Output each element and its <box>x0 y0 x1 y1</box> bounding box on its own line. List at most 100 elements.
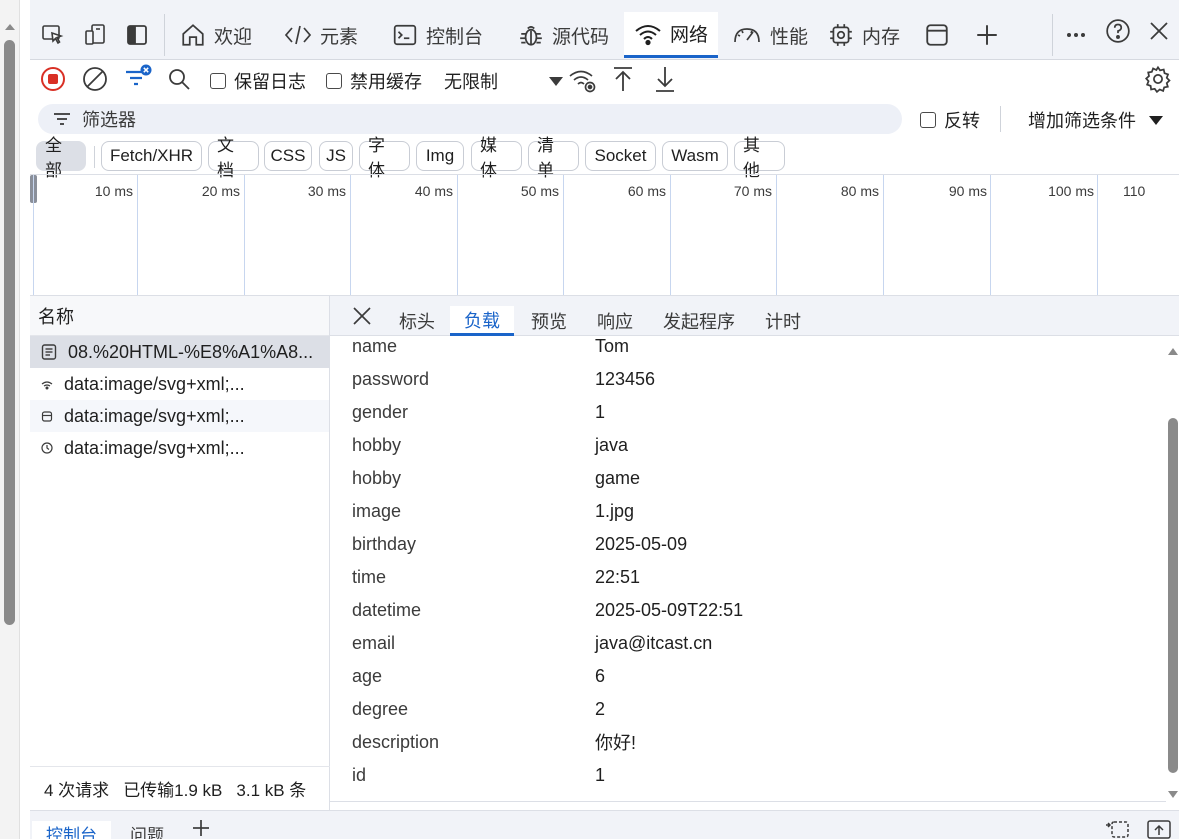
wifi-icon <box>41 381 53 390</box>
preserve-log-label: 保留日志 <box>234 72 306 92</box>
expand-drawer-icon[interactable] <box>1146 817 1172 839</box>
invert-label: 反转 <box>944 111 980 131</box>
filter-placeholder: 筛选器 <box>82 110 136 130</box>
page-scroll-thumb[interactable] <box>4 40 15 625</box>
search-icon[interactable] <box>166 66 192 92</box>
timeline-gridline <box>244 175 245 295</box>
clear-log-icon[interactable] <box>82 66 108 92</box>
tab-console[interactable]: 控制台 <box>382 12 493 58</box>
request-list: 名称 08.%20HTML-%E8%A1%A8... data:image/sv… <box>30 296 330 810</box>
import-har-icon[interactable] <box>612 64 634 94</box>
payload-row: time 22:51 <box>352 562 640 592</box>
payload-form-data: name Tom password 123456 gender 1 hobby java… <box>330 336 1166 806</box>
details-scrollbar[interactable] <box>1166 336 1179 806</box>
network-timeline-overview[interactable]: 10 ms 20 ms 30 ms 40 ms 50 ms 60 ms 70 m… <box>30 174 1179 296</box>
close-details-icon[interactable] <box>350 304 374 328</box>
disable-cache-checkbox[interactable]: 禁用缓存 <box>326 68 422 94</box>
name-column-header[interactable]: 名称 <box>30 296 329 336</box>
network-settings-gear-icon[interactable] <box>1144 64 1172 94</box>
tab-timing[interactable]: 计时 <box>751 306 815 336</box>
request-row[interactable]: 08.%20HTML-%E8%A1%A8... <box>30 336 329 368</box>
filter-chip-js[interactable]: JS <box>319 141 353 171</box>
payload-value: Tom <box>595 336 630 356</box>
filter-row: 筛选器 反转 增加筛选条件 <box>30 98 1179 138</box>
add-drawer-tab-icon[interactable] <box>190 817 212 839</box>
scroll-down-arrow-icon[interactable] <box>1168 791 1178 798</box>
network-conditions-icon[interactable] <box>568 66 598 94</box>
request-row[interactable]: data:image/svg+xml;... <box>30 368 329 400</box>
help-icon[interactable] <box>1105 18 1131 44</box>
payload-row: hobby java <box>352 430 628 460</box>
tab-memory[interactable]: 内存 <box>818 12 910 58</box>
checkbox-box[interactable] <box>920 112 936 128</box>
payload-value: 123456 <box>595 368 656 389</box>
payload-key: time <box>352 566 387 587</box>
tab-headers[interactable]: 标头 <box>385 306 449 336</box>
dock-side-icon[interactable] <box>124 22 150 48</box>
filter-chip-socket[interactable]: Socket <box>585 141 656 171</box>
filter-lines-icon <box>54 113 70 125</box>
tab-sources-label: 源代码 <box>552 26 610 48</box>
filter-chip-css[interactable]: CSS <box>264 141 312 171</box>
filter-chip-font[interactable]: 字体 <box>359 136 410 180</box>
throttle-select[interactable]: 无限制 <box>444 68 564 94</box>
tab-network[interactable]: 网络 <box>624 12 719 58</box>
filter-chip-document[interactable]: 文档 <box>208 136 259 180</box>
checkbox-box[interactable] <box>326 73 342 89</box>
tab-sources[interactable]: 源代码 <box>508 12 619 58</box>
request-name: data:image/svg+xml;... <box>64 437 245 458</box>
tab-welcome[interactable]: 欢迎 <box>170 12 262 58</box>
filter-input[interactable]: 筛选器 <box>38 104 902 134</box>
divider <box>1052 14 1053 56</box>
home-icon <box>182 24 204 46</box>
filter-chip-media[interactable]: 媒体 <box>471 136 522 180</box>
device-emulation-icon[interactable] <box>82 22 108 48</box>
tab-performance[interactable]: 性能 <box>722 12 818 58</box>
resources-size: 3.1 kB 条 <box>236 781 307 800</box>
scroll-up-arrow-icon[interactable] <box>5 24 15 30</box>
timeline-gridline <box>563 175 564 295</box>
filter-chip-fetch-xhr[interactable]: Fetch/XHR <box>101 141 202 171</box>
filter-chip-other[interactable]: 其他 <box>734 136 785 180</box>
payload-row: description 你好! <box>352 727 636 757</box>
application-panel-icon[interactable] <box>924 22 950 48</box>
drawer-tab-console[interactable]: 控制台 <box>32 821 111 839</box>
preserve-log-checkbox[interactable]: 保留日志 <box>210 68 306 94</box>
timeline-tick-label: 100 ms <box>1048 183 1094 199</box>
filter-toggle-icon[interactable] <box>124 64 154 92</box>
tab-payload[interactable]: 负载 <box>450 306 514 336</box>
filter-chip-wasm[interactable]: Wasm <box>662 141 728 171</box>
timeline-gridline <box>457 175 458 295</box>
quick-view-icon[interactable] <box>1104 817 1130 839</box>
filter-chip-all[interactable]: 全部 <box>36 136 86 180</box>
request-row[interactable]: data:image/svg+xml;... <box>30 400 329 432</box>
invert-checkbox[interactable]: 反转 <box>920 107 980 133</box>
timeline-tick-label: 60 ms <box>627 183 666 199</box>
details-scroll-thumb[interactable] <box>1168 418 1178 773</box>
tab-preview[interactable]: 预览 <box>517 306 581 336</box>
filter-chip-manifest[interactable]: 清单 <box>528 136 579 180</box>
filter-chip-img[interactable]: Img <box>416 141 464 171</box>
checkbox-box[interactable] <box>210 73 226 89</box>
payload-row: gender 1 <box>352 397 605 427</box>
add-tool-icon[interactable] <box>974 22 1000 48</box>
tab-elements[interactable]: 元素 <box>274 12 368 58</box>
drawer-tab-issues[interactable]: 问题 <box>116 821 178 839</box>
page-scrollbar[interactable] <box>0 0 20 839</box>
close-devtools-icon[interactable] <box>1146 18 1172 44</box>
request-name: data:image/svg+xml;... <box>64 373 245 394</box>
payload-key: birthday <box>352 533 417 554</box>
more-options-icon[interactable] <box>1063 22 1089 48</box>
tab-response[interactable]: 响应 <box>583 306 647 336</box>
payload-value: game <box>595 467 641 488</box>
more-filters-dropdown[interactable]: 增加筛选条件 <box>1028 107 1164 133</box>
tab-initiator[interactable]: 发起程序 <box>649 306 749 336</box>
tab-console-label: 控制台 <box>426 26 484 48</box>
export-har-icon[interactable] <box>654 64 676 94</box>
inspect-element-icon[interactable] <box>40 22 66 48</box>
payload-key: age <box>352 665 383 686</box>
scroll-up-arrow-icon[interactable] <box>1168 348 1178 355</box>
tab-network-label: 网络 <box>670 25 709 46</box>
request-row[interactable]: data:image/svg+xml;... <box>30 432 329 464</box>
record-stop-icon[interactable] <box>40 66 66 92</box>
